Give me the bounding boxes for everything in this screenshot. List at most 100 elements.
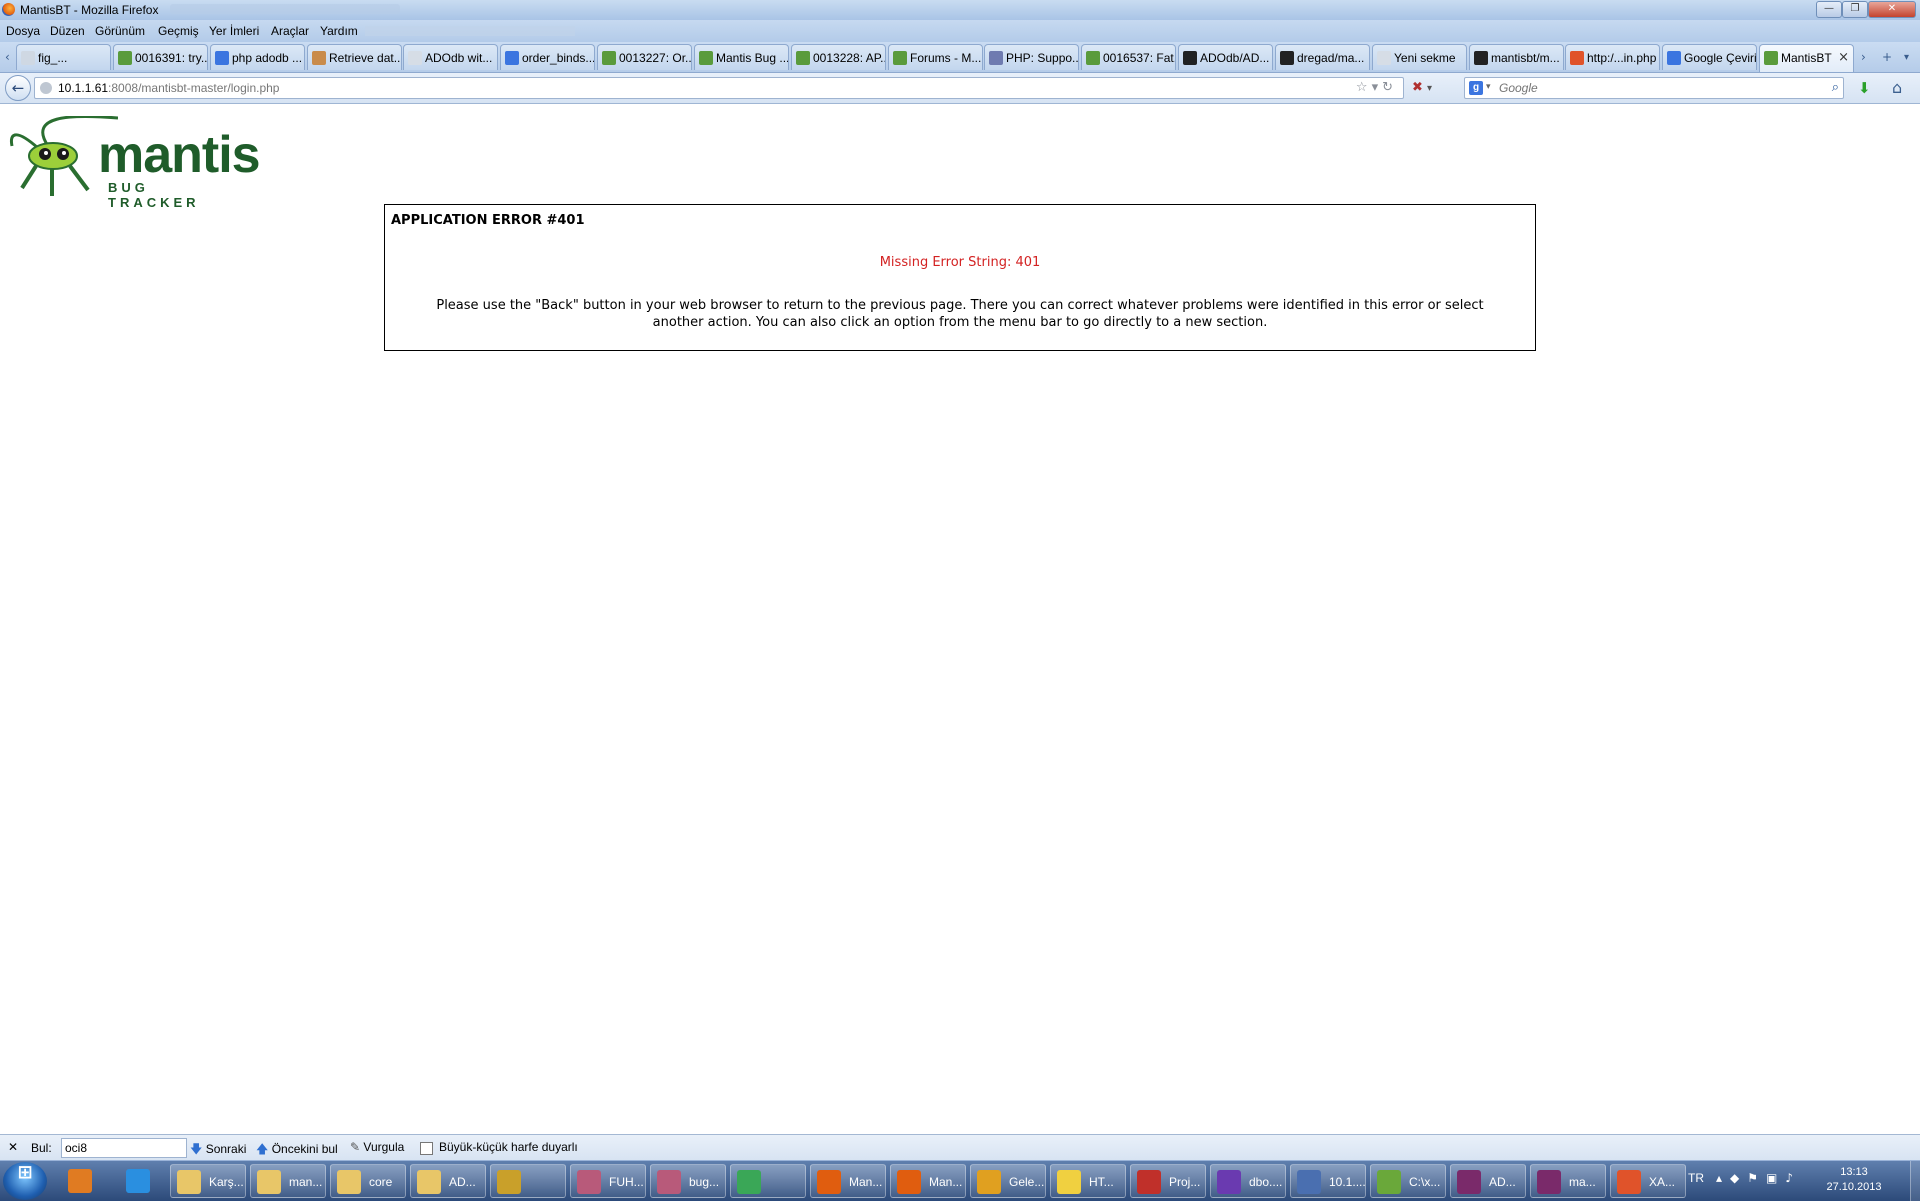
taskbar-item-17[interactable]: AD... [1450,1164,1526,1198]
taskbar-item-4[interactable]: AD... [410,1164,486,1198]
taskbar-item-2[interactable]: man... [250,1164,326,1198]
menu-tools[interactable]: Araçlar [271,24,309,38]
action-center-icon[interactable]: ⚑ [1747,1171,1766,1185]
bookmark-star-icon[interactable]: ☆ [1356,80,1372,95]
taskbar-pinned-ie[interactable] [120,1164,160,1198]
downloads-icon[interactable]: ⬇ [1858,79,1871,97]
taskbar-item-8[interactable] [730,1164,806,1198]
find-next-button[interactable]: 🡇 Sonraki [190,1140,246,1161]
tab-3[interactable]: php adodb ... [210,44,305,70]
taskbar-item-label: Karş... [209,1175,244,1189]
back-button[interactable]: ← [5,75,31,101]
tab-8[interactable]: Mantis Bug ... [694,44,789,70]
clock-time: 13:13 [1840,1166,1868,1178]
match-case-checkbox[interactable] [420,1142,433,1155]
url-bar[interactable]: 10.1.1.61:8008/mantisbt-master/login.php… [34,77,1404,99]
close-find-bar-icon[interactable]: ✕ [8,1140,18,1154]
tabs-scroll-right-icon[interactable]: › [1861,50,1866,64]
search-engine-dropdown-icon[interactable]: ▾ [1486,82,1491,92]
taskbar-item-5[interactable] [490,1164,566,1198]
maximize-button[interactable]: ❐ [1842,1,1868,18]
taskbar-item-1[interactable]: Karş... [170,1164,246,1198]
taskbar-item-16[interactable]: C:\x... [1370,1164,1446,1198]
minimize-button[interactable]: — [1816,1,1842,18]
addon-toolbar-icon[interactable]: ✖ [1412,80,1423,95]
find-input[interactable] [61,1138,187,1158]
media-player-icon [68,1169,92,1193]
taskbar-app-icon [257,1170,281,1194]
menu-bar-blur [365,26,575,36]
taskbar-item-14[interactable]: dbo.... [1210,1164,1286,1198]
taskbar-item-15[interactable]: 10.1.... [1290,1164,1366,1198]
taskbar-item-12[interactable]: HT... [1050,1164,1126,1198]
new-tab-icon[interactable]: + [1882,50,1892,64]
tab-label: Mantis Bug ... [716,51,789,65]
tab-7[interactable]: 0013227: Or... [597,44,692,70]
reload-icon[interactable]: ↻ [1382,80,1397,95]
tab-14[interactable]: dregad/ma... [1275,44,1370,70]
taskbar-item-3[interactable]: core [330,1164,406,1198]
tab-1[interactable]: fig_... [16,44,111,70]
home-icon[interactable]: ⌂ [1892,78,1902,97]
menu-edit[interactable]: Düzen [50,24,85,38]
taskbar-item-11[interactable]: Gele... [970,1164,1046,1198]
tab-label: 0013227: Or... [619,51,692,65]
menu-view[interactable]: Görünüm [95,24,145,38]
taskbar-item-label: AD... [449,1175,476,1189]
tab-18[interactable]: Google Çeviri [1662,44,1757,70]
tray-app-icon[interactable]: ◆ [1730,1171,1747,1185]
menu-file[interactable]: Dosya [6,24,40,38]
tab-10[interactable]: Forums - M... [888,44,983,70]
taskbar-pinned-media-player[interactable] [62,1164,102,1198]
find-previous-button[interactable]: 🡅 Öncekini bul [256,1140,338,1161]
tab-17[interactable]: http:/...in.php [1565,44,1660,70]
taskbar-app-icon [177,1170,201,1194]
network-icon[interactable]: ▣ [1766,1171,1785,1185]
tab-19[interactable]: MantisBT × [1759,44,1854,72]
menu-help[interactable]: Yardım [320,24,358,38]
close-window-button[interactable]: ✕ [1868,1,1916,18]
tab-15[interactable]: Yeni sekme [1372,44,1467,70]
language-indicator[interactable]: TR [1688,1171,1704,1185]
tab-16[interactable]: mantisbt/m... [1469,44,1564,70]
mantis-logo[interactable]: mantis BUG TRACKER [8,114,261,210]
tab-favicon-icon [408,51,422,65]
tab-9[interactable]: 0013228: AP... [791,44,886,70]
highlight-button[interactable]: ✎ Vurgula [350,1140,404,1154]
start-button[interactable]: ⊞ [3,1162,47,1200]
volume-icon[interactable]: ♪ [1785,1171,1801,1185]
menu-bookmarks[interactable]: Yer İmleri [209,24,259,38]
show-desktop-button[interactable] [1910,1161,1920,1201]
tab-4[interactable]: Retrieve dat... [307,44,402,70]
addon-dropdown-icon[interactable]: ▾ [1427,83,1432,94]
taskbar-item-9[interactable]: Man... [810,1164,886,1198]
tab-5[interactable]: ADOdb wit... [403,44,498,70]
url-dropdown-icon[interactable]: ▾ [1372,80,1383,95]
tab-favicon-icon [312,51,326,65]
taskbar-item-19[interactable]: XA... [1610,1164,1686,1198]
taskbar-item-7[interactable]: bug... [650,1164,726,1198]
tab-12[interactable]: 0016537: Fat... [1081,44,1176,70]
google-icon[interactable]: g [1469,81,1483,95]
tab-6[interactable]: order_binds... [500,44,595,70]
site-identity-icon[interactable] [40,82,52,94]
search-input[interactable] [1499,80,1799,96]
taskbar-item-18[interactable]: ma... [1530,1164,1606,1198]
tab-2[interactable]: 0016391: try... [113,44,208,70]
clock[interactable]: 13:13 27.10.2013 [1824,1165,1884,1195]
taskbar-app-icon [497,1170,521,1194]
taskbar-item-10[interactable]: Man... [890,1164,966,1198]
tab-favicon-icon [505,51,519,65]
tabs-scroll-left-icon[interactable]: ‹ [5,50,10,64]
tab-13[interactable]: ADOdb/AD... [1178,44,1273,70]
tab-11[interactable]: PHP: Suppo... [984,44,1079,70]
menu-history[interactable]: Geçmiş [158,24,199,38]
search-bar[interactable]: g ▾ ⌕ [1464,77,1844,99]
close-tab-icon[interactable]: × [1838,50,1849,65]
taskbar-item-13[interactable]: Proj... [1130,1164,1206,1198]
show-hidden-icons-icon[interactable]: ▴ [1716,1171,1730,1185]
taskbar-item-6[interactable]: FUH... [570,1164,646,1198]
list-all-tabs-icon[interactable]: ▾ [1904,52,1909,63]
clock-date: 27.10.2013 [1826,1181,1882,1193]
search-icon[interactable]: ⌕ [1832,80,1839,95]
